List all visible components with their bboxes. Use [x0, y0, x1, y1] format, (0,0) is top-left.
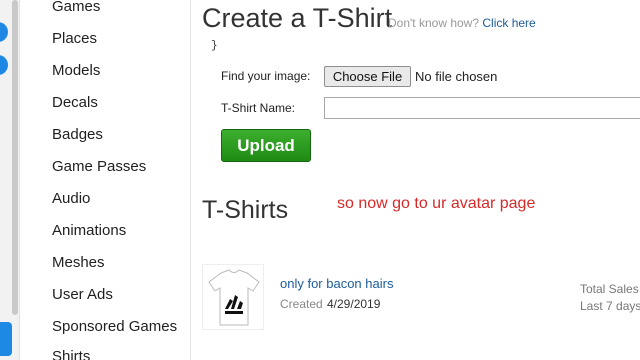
sidebar-item-audio[interactable]: Audio — [52, 190, 90, 207]
page-title: Create a T-Shirt — [202, 3, 393, 33]
no-file-chosen-text: No file chosen — [415, 69, 498, 84]
last-7-days-label: Last 7 days — [580, 299, 640, 313]
scrollbar[interactable] — [12, 0, 18, 315]
tshirt-image — [208, 269, 260, 326]
created-date: 4/29/2019 — [327, 297, 381, 311]
upload-button[interactable]: Upload — [221, 129, 311, 162]
help-prompt: Don't know how? — [388, 16, 480, 30]
sidebar-item-game-passes[interactable]: Game Passes — [52, 158, 146, 175]
sidebar-item-meshes[interactable]: Meshes — [52, 254, 105, 271]
sidebar-item-places[interactable]: Places — [52, 30, 97, 47]
sidebar: Games Places Models Decals Badges Game P… — [20, 0, 191, 360]
created-label: Created — [280, 297, 323, 311]
sidebar-item-shirts[interactable]: Shirts — [52, 348, 90, 360]
overlay-caption: so now go to ur avatar page — [337, 195, 536, 212]
tshirt-name-input[interactable] — [324, 97, 640, 119]
help-link[interactable]: Click here — [482, 16, 535, 30]
main-content: Create a T-Shirt Don't know how? Click h… — [192, 0, 640, 360]
sidebar-item-badges[interactable]: Badges — [52, 126, 103, 143]
sidebar-item-sponsored-games[interactable]: Sponsored Games — [52, 318, 177, 335]
side-tab[interactable] — [0, 322, 12, 356]
tshirt-item-name[interactable]: only for bacon hairs — [280, 276, 393, 291]
stray-brace: } — [211, 40, 218, 52]
notification-dot[interactable] — [0, 55, 8, 75]
notification-dot[interactable] — [0, 22, 8, 42]
sidebar-item-models[interactable]: Models — [52, 62, 100, 79]
find-image-label: Find your image: — [221, 69, 311, 83]
sidebar-item-games[interactable]: Games — [52, 0, 100, 15]
left-edge-strip — [0, 0, 20, 360]
help-text: Don't know how? Click here — [388, 16, 536, 30]
choose-file-button[interactable]: Choose File — [324, 66, 411, 87]
total-sales-label: Total Sales — [580, 282, 639, 296]
sidebar-item-decals[interactable]: Decals — [52, 94, 98, 111]
sidebar-item-user-ads[interactable]: User Ads — [52, 286, 113, 303]
tshirts-section-title: T-Shirts — [202, 196, 289, 224]
tshirt-name-label: T-Shirt Name: — [221, 101, 296, 115]
sidebar-item-animations[interactable]: Animations — [52, 222, 126, 239]
tshirt-thumbnail[interactable] — [202, 264, 264, 330]
